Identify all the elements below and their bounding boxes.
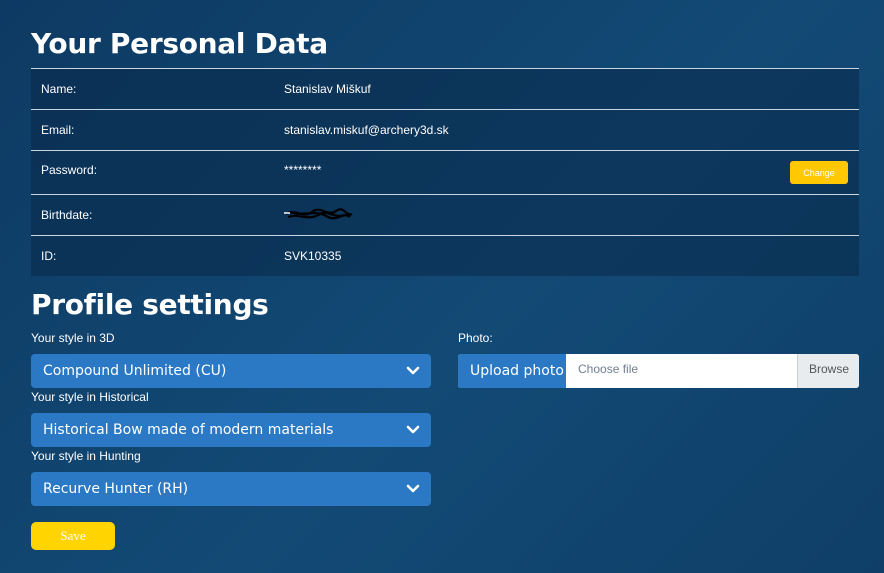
style-historical-label: Your style in Historical	[31, 390, 149, 404]
email-value: stanislav.miskuf@archery3d.sk	[284, 123, 449, 137]
password-label: Password:	[41, 163, 98, 177]
personal-data-table: Name: Stanislav Miškuf Email: stanislav.…	[31, 68, 859, 276]
table-row: Password: ******** Change	[31, 150, 859, 194]
browse-button[interactable]: Browse	[797, 354, 859, 388]
table-row: ID: SVK10335	[31, 235, 859, 276]
table-row: Birthdate:	[31, 194, 859, 235]
password-value: ********	[284, 163, 322, 177]
name-label: Name:	[41, 82, 77, 96]
file-input-placeholder: Choose file	[578, 362, 639, 376]
style-3d-value: Compound Unlimited (CU)	[43, 363, 227, 379]
upload-photo-text: Upload photo	[470, 363, 564, 379]
page-title: Your Personal Data	[31, 27, 328, 60]
table-row: Email: stanislav.miskuf@archery3d.sk	[31, 109, 859, 150]
id-value: SVK10335	[284, 249, 342, 263]
file-input[interactable]: Choose file	[566, 354, 797, 388]
browse-button-label: Browse	[809, 362, 850, 376]
style-3d-label: Your style in 3D	[31, 331, 115, 345]
email-label: Email:	[41, 123, 75, 137]
id-label: ID:	[41, 249, 57, 263]
chevron-down-icon	[406, 366, 420, 375]
change-password-button[interactable]: Change	[790, 161, 848, 184]
save-button[interactable]: Save	[31, 522, 115, 550]
photo-label: Photo:	[458, 331, 493, 345]
style-historical-select[interactable]: Historical Bow made of modern materials	[31, 413, 431, 447]
chevron-down-icon	[406, 484, 420, 493]
photo-upload-group: Upload photo Choose file Browse	[458, 354, 859, 388]
birthdate-label: Birthdate:	[41, 208, 93, 222]
redaction-scribble	[284, 208, 353, 220]
section-title: Profile settings	[31, 288, 269, 321]
table-row: Name: Stanislav Miškuf	[31, 68, 859, 109]
style-hunting-value: Recurve Hunter (RH)	[43, 481, 189, 497]
style-hunting-select[interactable]: Recurve Hunter (RH)	[31, 472, 431, 506]
upload-photo-label: Upload photo	[458, 354, 566, 388]
style-3d-select[interactable]: Compound Unlimited (CU)	[31, 354, 431, 388]
style-historical-value: Historical Bow made of modern materials	[43, 422, 334, 438]
style-hunting-label: Your style in Hunting	[31, 449, 141, 463]
name-value: Stanislav Miškuf	[284, 82, 371, 96]
chevron-down-icon	[406, 425, 420, 434]
